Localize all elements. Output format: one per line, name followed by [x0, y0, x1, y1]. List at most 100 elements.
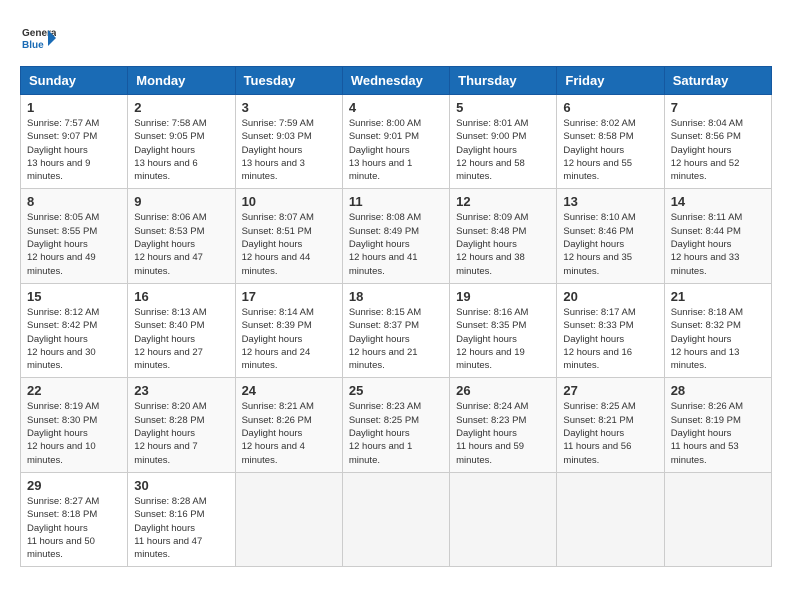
calendar-cell: 14 Sunrise: 8:11 AM Sunset: 8:44 PM Dayl…: [664, 189, 771, 283]
day-number: 23: [134, 383, 228, 398]
col-header-sunday: Sunday: [21, 67, 128, 95]
calendar-cell: 13 Sunrise: 8:10 AM Sunset: 8:46 PM Dayl…: [557, 189, 664, 283]
day-number: 18: [349, 289, 443, 304]
day-info: Sunrise: 8:28 AM Sunset: 8:16 PM Dayligh…: [134, 495, 228, 561]
day-info: Sunrise: 7:59 AM Sunset: 9:03 PM Dayligh…: [242, 117, 336, 183]
day-number: 4: [349, 100, 443, 115]
calendar-cell: 1 Sunrise: 7:57 AM Sunset: 9:07 PM Dayli…: [21, 95, 128, 189]
day-number: 30: [134, 478, 228, 493]
day-info: Sunrise: 8:13 AM Sunset: 8:40 PM Dayligh…: [134, 306, 228, 372]
calendar-cell: 27 Sunrise: 8:25 AM Sunset: 8:21 PM Dayl…: [557, 378, 664, 472]
calendar-cell: [342, 472, 449, 566]
day-info: Sunrise: 8:26 AM Sunset: 8:19 PM Dayligh…: [671, 400, 765, 466]
calendar-cell: [450, 472, 557, 566]
day-info: Sunrise: 8:19 AM Sunset: 8:30 PM Dayligh…: [27, 400, 121, 466]
day-info: Sunrise: 8:18 AM Sunset: 8:32 PM Dayligh…: [671, 306, 765, 372]
day-info: Sunrise: 8:27 AM Sunset: 8:18 PM Dayligh…: [27, 495, 121, 561]
day-info: Sunrise: 8:23 AM Sunset: 8:25 PM Dayligh…: [349, 400, 443, 466]
calendar-cell: 25 Sunrise: 8:23 AM Sunset: 8:25 PM Dayl…: [342, 378, 449, 472]
calendar-cell: 20 Sunrise: 8:17 AM Sunset: 8:33 PM Dayl…: [557, 283, 664, 377]
calendar-cell: 12 Sunrise: 8:09 AM Sunset: 8:48 PM Dayl…: [450, 189, 557, 283]
day-info: Sunrise: 8:16 AM Sunset: 8:35 PM Dayligh…: [456, 306, 550, 372]
day-number: 19: [456, 289, 550, 304]
day-number: 16: [134, 289, 228, 304]
calendar-cell: 3 Sunrise: 7:59 AM Sunset: 9:03 PM Dayli…: [235, 95, 342, 189]
calendar-cell: [557, 472, 664, 566]
calendar-cell: [664, 472, 771, 566]
day-info: Sunrise: 8:09 AM Sunset: 8:48 PM Dayligh…: [456, 211, 550, 277]
day-number: 7: [671, 100, 765, 115]
calendar-cell: 15 Sunrise: 8:12 AM Sunset: 8:42 PM Dayl…: [21, 283, 128, 377]
day-number: 12: [456, 194, 550, 209]
week-row-1: 1 Sunrise: 7:57 AM Sunset: 9:07 PM Dayli…: [21, 95, 772, 189]
calendar-cell: 4 Sunrise: 8:00 AM Sunset: 9:01 PM Dayli…: [342, 95, 449, 189]
day-info: Sunrise: 7:58 AM Sunset: 9:05 PM Dayligh…: [134, 117, 228, 183]
col-header-friday: Friday: [557, 67, 664, 95]
day-number: 15: [27, 289, 121, 304]
week-row-2: 8 Sunrise: 8:05 AM Sunset: 8:55 PM Dayli…: [21, 189, 772, 283]
day-info: Sunrise: 8:25 AM Sunset: 8:21 PM Dayligh…: [563, 400, 657, 466]
calendar-cell: 6 Sunrise: 8:02 AM Sunset: 8:58 PM Dayli…: [557, 95, 664, 189]
calendar-cell: 11 Sunrise: 8:08 AM Sunset: 8:49 PM Dayl…: [342, 189, 449, 283]
header: General Blue: [20, 20, 772, 56]
day-number: 9: [134, 194, 228, 209]
calendar-cell: 30 Sunrise: 8:28 AM Sunset: 8:16 PM Dayl…: [128, 472, 235, 566]
calendar-table: SundayMondayTuesdayWednesdayThursdayFrid…: [20, 66, 772, 567]
week-row-5: 29 Sunrise: 8:27 AM Sunset: 8:18 PM Dayl…: [21, 472, 772, 566]
day-info: Sunrise: 8:07 AM Sunset: 8:51 PM Dayligh…: [242, 211, 336, 277]
col-header-tuesday: Tuesday: [235, 67, 342, 95]
day-info: Sunrise: 8:08 AM Sunset: 8:49 PM Dayligh…: [349, 211, 443, 277]
col-header-saturday: Saturday: [664, 67, 771, 95]
day-number: 22: [27, 383, 121, 398]
day-info: Sunrise: 8:10 AM Sunset: 8:46 PM Dayligh…: [563, 211, 657, 277]
day-info: Sunrise: 8:24 AM Sunset: 8:23 PM Dayligh…: [456, 400, 550, 466]
day-number: 27: [563, 383, 657, 398]
calendar-cell: 22 Sunrise: 8:19 AM Sunset: 8:30 PM Dayl…: [21, 378, 128, 472]
day-info: Sunrise: 8:01 AM Sunset: 9:00 PM Dayligh…: [456, 117, 550, 183]
day-info: Sunrise: 8:06 AM Sunset: 8:53 PM Dayligh…: [134, 211, 228, 277]
day-number: 26: [456, 383, 550, 398]
calendar-cell: 21 Sunrise: 8:18 AM Sunset: 8:32 PM Dayl…: [664, 283, 771, 377]
day-number: 25: [349, 383, 443, 398]
calendar-cell: 9 Sunrise: 8:06 AM Sunset: 8:53 PM Dayli…: [128, 189, 235, 283]
col-header-wednesday: Wednesday: [342, 67, 449, 95]
calendar-cell: 18 Sunrise: 8:15 AM Sunset: 8:37 PM Dayl…: [342, 283, 449, 377]
calendar-cell: 16 Sunrise: 8:13 AM Sunset: 8:40 PM Dayl…: [128, 283, 235, 377]
logo-svg: General Blue: [20, 20, 56, 56]
logo: General Blue: [20, 20, 56, 56]
calendar-cell: 24 Sunrise: 8:21 AM Sunset: 8:26 PM Dayl…: [235, 378, 342, 472]
calendar-cell: [235, 472, 342, 566]
calendar-header-row: SundayMondayTuesdayWednesdayThursdayFrid…: [21, 67, 772, 95]
calendar-cell: 10 Sunrise: 8:07 AM Sunset: 8:51 PM Dayl…: [235, 189, 342, 283]
day-info: Sunrise: 8:05 AM Sunset: 8:55 PM Dayligh…: [27, 211, 121, 277]
calendar-cell: 2 Sunrise: 7:58 AM Sunset: 9:05 PM Dayli…: [128, 95, 235, 189]
svg-text:Blue: Blue: [22, 40, 44, 51]
day-number: 28: [671, 383, 765, 398]
calendar-cell: 19 Sunrise: 8:16 AM Sunset: 8:35 PM Dayl…: [450, 283, 557, 377]
day-number: 2: [134, 100, 228, 115]
day-number: 11: [349, 194, 443, 209]
col-header-thursday: Thursday: [450, 67, 557, 95]
day-info: Sunrise: 8:11 AM Sunset: 8:44 PM Dayligh…: [671, 211, 765, 277]
day-info: Sunrise: 8:20 AM Sunset: 8:28 PM Dayligh…: [134, 400, 228, 466]
day-info: Sunrise: 8:04 AM Sunset: 8:56 PM Dayligh…: [671, 117, 765, 183]
calendar-cell: 23 Sunrise: 8:20 AM Sunset: 8:28 PM Dayl…: [128, 378, 235, 472]
day-info: Sunrise: 8:21 AM Sunset: 8:26 PM Dayligh…: [242, 400, 336, 466]
day-info: Sunrise: 8:02 AM Sunset: 8:58 PM Dayligh…: [563, 117, 657, 183]
day-number: 17: [242, 289, 336, 304]
day-number: 5: [456, 100, 550, 115]
day-number: 29: [27, 478, 121, 493]
calendar-cell: 17 Sunrise: 8:14 AM Sunset: 8:39 PM Dayl…: [235, 283, 342, 377]
calendar-cell: 28 Sunrise: 8:26 AM Sunset: 8:19 PM Dayl…: [664, 378, 771, 472]
day-number: 24: [242, 383, 336, 398]
col-header-monday: Monday: [128, 67, 235, 95]
calendar-cell: 5 Sunrise: 8:01 AM Sunset: 9:00 PM Dayli…: [450, 95, 557, 189]
day-info: Sunrise: 8:15 AM Sunset: 8:37 PM Dayligh…: [349, 306, 443, 372]
week-row-3: 15 Sunrise: 8:12 AM Sunset: 8:42 PM Dayl…: [21, 283, 772, 377]
day-info: Sunrise: 8:17 AM Sunset: 8:33 PM Dayligh…: [563, 306, 657, 372]
day-number: 20: [563, 289, 657, 304]
day-number: 8: [27, 194, 121, 209]
calendar-cell: 8 Sunrise: 8:05 AM Sunset: 8:55 PM Dayli…: [21, 189, 128, 283]
day-number: 3: [242, 100, 336, 115]
day-number: 13: [563, 194, 657, 209]
